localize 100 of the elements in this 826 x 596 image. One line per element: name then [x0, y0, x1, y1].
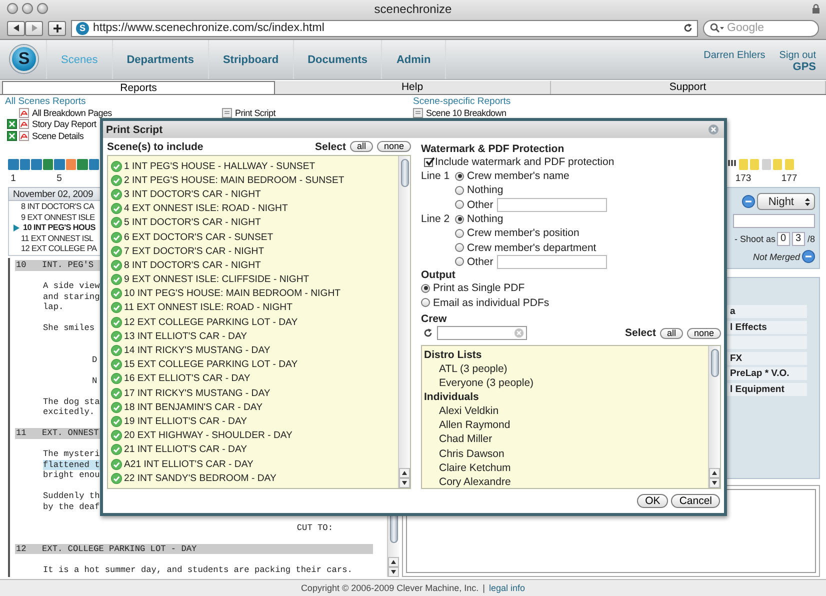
refresh-icon[interactable]: [423, 328, 433, 338]
check-icon[interactable]: [111, 188, 122, 200]
window-close-button[interactable]: [7, 3, 18, 14]
scene-list-item[interactable]: 11 EXT ONNEST ISL: [9, 234, 94, 244]
radio-option[interactable]: Print as Single PDF: [421, 281, 721, 296]
check-icon[interactable]: [111, 345, 122, 356]
scroll-down-button[interactable]: [709, 478, 720, 488]
radio-option[interactable]: Crew member's name: [455, 169, 608, 184]
report-section-link[interactable]: All Scenes Reports: [5, 96, 86, 107]
scene-list-item[interactable]: 10 INT PEG'S HOUS: [9, 223, 96, 234]
check-icon[interactable]: [111, 458, 122, 470]
forward-button[interactable]: [25, 20, 43, 36]
radio-button[interactable]: [455, 257, 464, 266]
scene-list-item[interactable]: 9 EXT ONNEST ISLE: [9, 212, 95, 224]
back-button[interactable]: [7, 20, 25, 36]
radio-button[interactable]: [421, 284, 430, 293]
report-link[interactable]: Scene 10 Breakdown: [426, 108, 506, 118]
scene-item[interactable]: 5 INT DOCTOR'S CAR - NIGHT: [108, 216, 398, 230]
crew-search-field[interactable]: [437, 326, 527, 340]
scroll-up-button[interactable]: [388, 557, 399, 567]
strip-color-block[interactable]: [750, 159, 760, 170]
check-icon[interactable]: [111, 416, 122, 427]
crew-item[interactable]: Claire Ketchum: [422, 460, 708, 475]
time-of-day-select[interactable]: Night: [757, 193, 815, 210]
select-all-button[interactable]: all: [350, 141, 373, 152]
check-icon[interactable]: [111, 160, 122, 172]
nav-tab[interactable]: Stripboard: [208, 40, 294, 79]
scroll-down-button[interactable]: [399, 478, 410, 488]
select-all-button[interactable]: all: [660, 328, 683, 339]
clear-icon[interactable]: [514, 328, 524, 338]
scroll-thumb[interactable]: [400, 159, 408, 187]
strip-color-block[interactable]: [31, 159, 42, 170]
check-icon[interactable]: [111, 373, 122, 384]
report-link[interactable]: Print Script: [235, 108, 276, 118]
radio-button[interactable]: [455, 186, 464, 195]
window-zoom-button[interactable]: [37, 3, 48, 14]
crew-item[interactable]: Cory Alexandre: [422, 474, 708, 488]
close-icon[interactable]: [708, 124, 719, 135]
other-text-field[interactable]: [497, 198, 608, 212]
check-icon[interactable]: [111, 302, 122, 314]
scene-item[interactable]: 14 INT RICKY'S MUSTANG - DAY: [108, 343, 398, 358]
strip-color-block[interactable]: [738, 159, 748, 170]
check-icon[interactable]: [111, 288, 122, 300]
check-icon[interactable]: [111, 274, 122, 286]
check-icon[interactable]: [111, 402, 122, 413]
app-logo[interactable]: S: [10, 45, 38, 73]
nav-tab[interactable]: Documents: [294, 40, 382, 79]
sign-out-link[interactable]: Sign out: [779, 50, 816, 61]
strip-color-block[interactable]: [54, 159, 64, 170]
scroll-up-button[interactable]: [709, 468, 720, 478]
options-button[interactable]: [742, 195, 756, 208]
crew-item[interactable]: Chad Miller: [422, 432, 708, 447]
check-icon[interactable]: [111, 359, 122, 370]
eighths-whole-field[interactable]: 0: [777, 232, 790, 246]
checkbox[interactable]: [424, 158, 433, 166]
select-none-button[interactable]: none: [686, 328, 721, 339]
section-tab[interactable]: Reports: [2, 81, 275, 94]
scene-item[interactable]: 21 INT ELLIOT'S CAR - DAY: [108, 442, 398, 457]
scene-item[interactable]: 19 INT ELLIOT'S CAR - DAY: [108, 414, 398, 429]
scene-item[interactable]: 17 INT RICKY'S MUSTANG - DAY: [108, 386, 398, 400]
strip-color-block[interactable]: [88, 159, 99, 170]
crew-item[interactable]: Chris Dawson: [422, 446, 708, 461]
check-icon[interactable]: [111, 246, 122, 257]
scene-item[interactable]: 15 EXT COLLEGE PARKING LOT - DAY: [108, 358, 398, 372]
radio-button[interactable]: [455, 214, 464, 224]
report-link[interactable]: Scene Details: [32, 130, 84, 141]
scene-item[interactable]: 12 EXT COLLEGE PARKING LOT - DAY: [108, 315, 398, 330]
ok-button[interactable]: OK: [637, 494, 668, 508]
scrollbar[interactable]: [398, 156, 410, 488]
check-icon[interactable]: [111, 430, 122, 442]
eighths-part-field[interactable]: 3: [792, 232, 806, 246]
scroll-up-button[interactable]: [399, 468, 410, 478]
strip-color-block[interactable]: [42, 159, 53, 170]
select-none-button[interactable]: none: [376, 141, 411, 152]
crew-item[interactable]: ATL (3 people): [422, 362, 708, 376]
scene-item[interactable]: 2 INT PEG'S HOUSE: MAIN BEDROOM - SUNSET: [108, 173, 398, 188]
scene-item[interactable]: 10 INT PEG'S HOUSE: MAIN BEDROOM - NIGHT: [108, 286, 398, 301]
scene-item[interactable]: 20 EXT HIGHWAY - SHOULDER - DAY: [108, 428, 398, 443]
scene-list-item[interactable]: 8 INT DOCTOR'S CA: [9, 202, 94, 213]
strip-color-block[interactable]: [77, 159, 88, 170]
check-icon[interactable]: [111, 232, 122, 243]
radio-option[interactable]: Other: [455, 254, 494, 270]
radio-option[interactable]: Email as individual PDFs: [421, 295, 721, 310]
cancel-button[interactable]: Cancel: [671, 494, 720, 508]
crew-item[interactable]: Alexi Veldkin: [422, 404, 708, 418]
radio-option[interactable]: Crew member's position: [455, 226, 608, 240]
text-field[interactable]: [733, 214, 815, 228]
scroll-thumb[interactable]: [710, 348, 718, 377]
other-text-field[interactable]: [497, 254, 608, 269]
radio-button[interactable]: [455, 228, 464, 238]
check-icon[interactable]: [111, 316, 122, 328]
scene-item[interactable]: 18 INT BENJAMIN'S CAR - DAY: [108, 400, 398, 414]
radio-option[interactable]: Other: [455, 198, 494, 212]
strip-color-block[interactable]: [20, 159, 30, 170]
address-field[interactable]: S https://www.scenechronize.com/sc/index.html: [71, 20, 698, 36]
check-icon[interactable]: [111, 174, 122, 186]
radio-button[interactable]: [455, 243, 464, 252]
checkbox-option[interactable]: Include watermark and PDF protection: [421, 155, 721, 169]
crew-item[interactable]: Allen Raymond: [422, 418, 708, 432]
radio-button[interactable]: [455, 200, 464, 210]
